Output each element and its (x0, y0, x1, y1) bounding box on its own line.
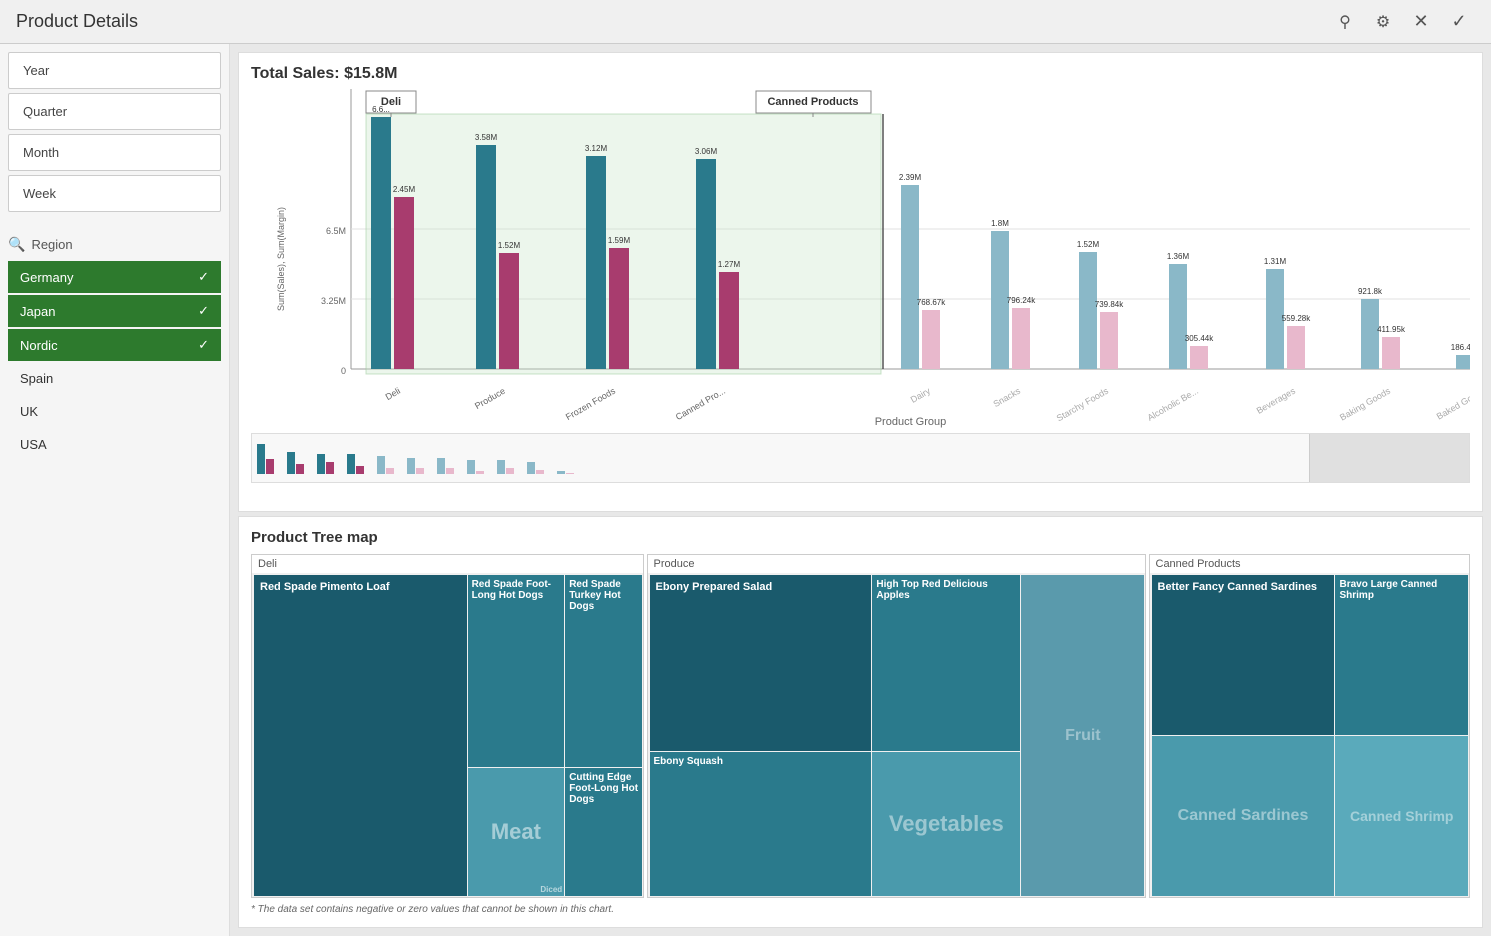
treemap-inner: Deli Red Spade Pimento Loaf Red Spade Fo… (251, 554, 1470, 898)
tm-cell-sardines: Better Fancy Canned Sardines (1152, 575, 1335, 735)
svg-text:3.06M: 3.06M (695, 147, 718, 156)
treemap-footnote: * The data set contains negative or zero… (251, 904, 1470, 915)
region-spain[interactable]: Spain (8, 363, 221, 394)
svg-text:Deli: Deli (384, 386, 402, 402)
svg-text:3.58M: 3.58M (475, 133, 498, 142)
svg-text:1.59M: 1.59M (608, 236, 631, 245)
svg-text:305.44k: 305.44k (1185, 334, 1214, 343)
tm-cell-shrimp-watermark: Canned Shrimp (1335, 736, 1468, 896)
chart-panel: Total Sales: $15.8M Sum(Sales), Sum(Marg… (238, 52, 1483, 512)
x-axis-label: Product Group (351, 416, 1470, 428)
main-layout: Year Quarter Month Week 🔍 Region Germany… (0, 44, 1491, 936)
chart-title: Total Sales: $15.8M (251, 65, 1470, 83)
toolbar-icons: ⚲ ⚙ ✕ ✓ (1329, 6, 1475, 38)
treemap-produce-cells: Ebony Prepared Salad High Top Red Delici… (648, 573, 1145, 897)
svg-text:796.24k: 796.24k (1007, 296, 1036, 305)
svg-text:186.49k: 186.49k (1451, 343, 1470, 352)
chart-svg-container[interactable]: 0 3.25M 6.5M Deli Canned Products (311, 89, 1470, 429)
tm-cell-vegetables: Vegetables (872, 752, 1020, 896)
region-nordic[interactable]: Nordic ✓ (8, 329, 221, 361)
svg-text:1.8M: 1.8M (991, 219, 1009, 228)
svg-text:1.36M: 1.36M (1167, 252, 1190, 261)
svg-text:921.8k: 921.8k (1358, 287, 1383, 296)
filter-week[interactable]: Week (8, 175, 221, 212)
tm-cell-squash: Ebony Squash (650, 752, 872, 896)
treemap-canned: Canned Products Better Fancy Canned Sard… (1149, 554, 1471, 898)
treemap-canned-cells: Better Fancy Canned Sardines Bravo Large… (1150, 573, 1470, 897)
svg-text:1.27M: 1.27M (718, 260, 741, 269)
settings-button[interactable]: ⚙ (1367, 6, 1399, 38)
check-icon-japan: ✓ (198, 303, 209, 319)
bar-chart: Sum(Sales), Sum(Margin) 0 3.25M 6.5 (251, 89, 1470, 429)
check-icon-nordic: ✓ (198, 337, 209, 353)
search-icon: 🔍 (8, 236, 25, 253)
svg-text:2.45M: 2.45M (393, 185, 416, 194)
tm-cell-pimento: Red Spade Pimento Loaf (254, 575, 467, 896)
tm-cell-cutting: Cutting Edge Foot-Long Hot Dogs (565, 768, 642, 896)
region-japan[interactable]: Japan ✓ (8, 295, 221, 327)
page-title: Product Details (16, 11, 138, 32)
svg-text:Dairy: Dairy (909, 385, 933, 404)
y-axis-label: Sum(Sales), Sum(Margin) (251, 89, 311, 429)
content-area: Total Sales: $15.8M Sum(Sales), Sum(Marg… (230, 44, 1491, 936)
confirm-button[interactable]: ✓ (1443, 6, 1475, 38)
region-uk[interactable]: UK (8, 396, 221, 427)
svg-text:6.6...: 6.6... (372, 105, 390, 114)
treemap-deli: Deli Red Spade Pimento Loaf Red Spade Fo… (251, 554, 644, 898)
svg-text:Snacks: Snacks (991, 385, 1022, 409)
filter-quarter[interactable]: Quarter (8, 93, 221, 130)
region-label: Region (31, 237, 72, 252)
svg-text:Produce: Produce (473, 386, 507, 411)
svg-text:0: 0 (341, 366, 346, 376)
scroll-indicator[interactable] (1309, 434, 1469, 482)
filter-section: Year Quarter Month Week (0, 44, 229, 224)
svg-text:3.25M: 3.25M (321, 296, 346, 306)
svg-text:739.84k: 739.84k (1095, 300, 1124, 309)
close-button[interactable]: ✕ (1405, 6, 1437, 38)
svg-text:1.31M: 1.31M (1264, 257, 1287, 266)
tm-cell-shrimp: Bravo Large Canned Shrimp (1335, 575, 1468, 735)
treemap-produce: Produce Ebony Prepared Salad High Top Re… (647, 554, 1146, 898)
treemap-panel: Product Tree map Deli Red Spade Pimento … (238, 516, 1483, 928)
tm-cell-meat: Meat Diced (468, 768, 565, 896)
region-header: 🔍 Region (8, 232, 221, 261)
svg-text:Beverages: Beverages (1255, 385, 1298, 415)
treemap-produce-label: Produce (648, 555, 1145, 573)
tm-cell-footlong: Red Spade Foot-Long Hot Dogs (468, 575, 565, 767)
sidebar: Year Quarter Month Week 🔍 Region Germany… (0, 44, 230, 936)
tm-cell-fruit-watermark: Fruit (1021, 575, 1144, 896)
top-bar: Product Details ⚲ ⚙ ✕ ✓ (0, 0, 1491, 44)
treemap-deli-label: Deli (252, 555, 643, 573)
region-section: 🔍 Region Germany ✓ Japan ✓ Nordic ✓ Spai… (0, 224, 229, 936)
check-icon-germany: ✓ (198, 269, 209, 285)
svg-text:3.12M: 3.12M (585, 144, 608, 153)
svg-text:411.95k: 411.95k (1377, 325, 1406, 334)
treemap-canned-label: Canned Products (1150, 555, 1470, 573)
filter-year[interactable]: Year (8, 52, 221, 89)
tm-cell-turkey: Red Spade Turkey Hot Dogs (565, 575, 642, 767)
svg-text:768.67k: 768.67k (917, 298, 946, 307)
tm-cell-sardines-watermark: Canned Sardines (1152, 736, 1335, 896)
svg-text:1.52M: 1.52M (498, 241, 521, 250)
svg-text:6.5M: 6.5M (326, 226, 346, 236)
scroll-chart[interactable] (251, 433, 1470, 483)
svg-text:559.28k: 559.28k (1282, 314, 1311, 323)
tm-cell-salad: Ebony Prepared Salad (650, 575, 872, 751)
filter-month[interactable]: Month (8, 134, 221, 171)
tm-cell-apples: High Top Red Delicious Apples (872, 575, 1020, 751)
treemap-title: Product Tree map (251, 529, 1470, 546)
region-germany[interactable]: Germany ✓ (8, 261, 221, 293)
svg-text:2.39M: 2.39M (899, 173, 922, 182)
region-usa[interactable]: USA (8, 429, 221, 460)
svg-text:1.52M: 1.52M (1077, 240, 1100, 249)
search-button[interactable]: ⚲ (1329, 6, 1361, 38)
treemap-deli-cells: Red Spade Pimento Loaf Red Spade Foot-Lo… (252, 573, 643, 897)
svg-text:Canned Products: Canned Products (767, 96, 858, 108)
